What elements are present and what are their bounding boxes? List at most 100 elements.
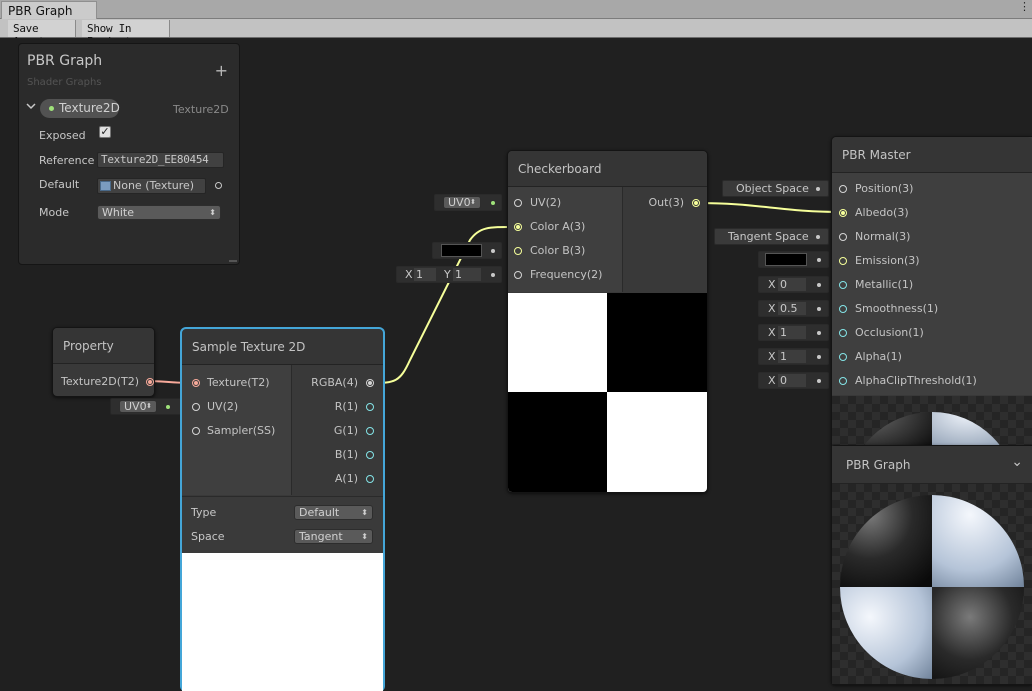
default-texture-field[interactable]: None (Texture) [97,178,206,194]
inline-dot-icon [817,331,821,335]
window-menu-icon[interactable]: ⋮ [1019,0,1030,13]
a-output-port[interactable]: A(1) [335,467,374,491]
g-output-label: G(1) [333,424,358,437]
g-output-port[interactable]: G(1) [334,419,374,443]
port-dot-icon [514,223,522,231]
port-dot-icon [839,233,847,241]
rgba-output-port[interactable]: RGBA(4) [311,371,374,395]
freq-y-field[interactable]: 1 [453,268,481,281]
main-preview-viewport[interactable] [832,484,1032,684]
alpha-field[interactable]: 1 [778,350,806,363]
checkerboard-inputs: UV(2) Color A(3) Color B(3) Frequency(2) [508,187,623,292]
metallic-inline: X 0 [758,276,829,293]
exposed-checkbox[interactable]: ✓ [99,126,111,138]
property-node[interactable]: Property Texture2D(T2) [52,327,155,397]
save-asset-button[interactable]: Save Asset [8,20,76,48]
normal-port[interactable]: Normal(3) [839,225,910,249]
metallic-port[interactable]: Metallic(1) [839,273,913,297]
default-label: Default [39,178,80,191]
occlusion-label: Occlusion(1) [855,326,924,339]
expand-chevron-icon[interactable] [26,101,36,114]
freq-x-field[interactable]: 1 [414,268,436,281]
dropdown-caret-icon: ⬍ [209,208,216,217]
mode-dropdown[interactable]: White ⬍ [97,205,221,220]
property-output-port[interactable]: Texture2D(T2) [61,370,154,394]
add-property-button[interactable]: + [215,61,228,80]
sample-uv-dropdown[interactable]: UV0 ⬍ [119,400,157,413]
reference-label: Reference [39,154,95,167]
chevron-down-icon[interactable]: ⌄ [1011,443,1023,481]
alpha-inline: X 1 [758,348,829,365]
alpha-clip-port[interactable]: AlphaClipThreshold(1) [839,369,977,393]
sample-texture-settings: Type Default ⬍ Space Tangent ⬍ [182,496,383,553]
r-output-port[interactable]: R(1) [335,395,374,419]
exposed-label: Exposed [39,129,86,142]
property-pill[interactable]: Texture2D [40,99,120,118]
dropdown-caret-icon: ⬍ [146,402,152,410]
uv-input-port[interactable]: UV(2) [192,395,238,419]
metallic-field[interactable]: 0 [778,278,806,291]
texture-input-port[interactable]: Texture(T2) [192,371,270,395]
inline-dot-icon [817,355,821,359]
mode-value: White [102,206,134,219]
tab-pbr-graph[interactable]: PBR Graph [1,1,97,19]
checker-uv-dropdown[interactable]: UV0 ⬍ [443,196,481,209]
normal-space-value: Tangent Space [728,230,809,243]
inline-dot-icon [817,307,821,311]
reference-field[interactable]: Texture2D_EE80454 [97,152,224,168]
port-dot-icon [366,379,374,387]
occlusion-field[interactable]: 1 [778,326,806,339]
color-a-label: Color A(3) [530,220,586,233]
checker-uv-label: UV(2) [530,196,562,209]
sample-texture-2d-node[interactable]: Sample Texture 2D Texture(T2) UV(2) Samp… [181,328,384,691]
smoothness-field[interactable]: 0.5 [778,302,806,315]
position-label: Position(3) [855,182,914,195]
show-in-project-button[interactable]: Show In Project [82,20,170,48]
port-dot-icon [839,305,847,313]
port-dot-icon [514,199,522,207]
x-label: X [768,374,776,387]
port-dot-icon [839,257,847,265]
position-port[interactable]: Position(3) [839,177,913,201]
frequency-inline-field: X 1 Y 1 [396,266,502,283]
color-b-swatch[interactable] [441,244,482,257]
type-dropdown[interactable]: Default ⬍ [294,505,373,520]
inline-dot-icon [817,258,821,262]
checker-uv-port[interactable]: UV(2) [514,191,561,215]
property-name: Texture2D [59,101,120,115]
object-picker-icon[interactable] [215,182,222,189]
sampler-input-label: Sampler(SS) [207,424,276,437]
space-dropdown[interactable]: Tangent ⬍ [294,529,373,544]
main-preview-header[interactable]: PBR Graph ⌄ [832,446,1032,484]
alpha-port[interactable]: Alpha(1) [839,345,902,369]
color-a-port[interactable]: Color A(3) [514,215,585,239]
alpha-clip-field[interactable]: 0 [778,374,806,387]
port-dot-icon [192,379,200,387]
rgba-output-label: RGBA(4) [311,376,358,389]
albedo-port[interactable]: Albedo(3) [839,201,909,225]
emission-label: Emission(3) [855,254,920,267]
frequency-port[interactable]: Frequency(2) [514,263,602,287]
b-output-port[interactable]: B(1) [335,443,374,467]
emission-port[interactable]: Emission(3) [839,249,920,273]
inline-dot-icon [816,187,820,191]
checkerboard-node[interactable]: Checkerboard UV(2) Color A(3) Color B(3)… [507,150,708,493]
normal-label: Normal(3) [855,230,911,243]
pbr-master-title: PBR Master [832,137,1032,173]
checker-out-port[interactable]: Out(3) [624,191,700,215]
occlusion-port[interactable]: Occlusion(1) [839,321,924,345]
sample-texture-preview [182,553,383,691]
emission-swatch[interactable] [765,253,807,266]
freq-y-label: Y [444,268,451,281]
sampler-input-port[interactable]: Sampler(SS) [192,419,275,443]
pbr-master-inputs: Position(3) Albedo(3) Normal(3) Emission… [832,173,1032,395]
color-b-port[interactable]: Color B(3) [514,239,585,263]
pbr-master-node[interactable]: PBR Master Position(3) Albedo(3) Normal(… [831,136,1032,446]
smoothness-port[interactable]: Smoothness(1) [839,297,938,321]
texture-input-label: Texture(T2) [207,376,270,389]
resize-handle[interactable] [229,260,237,262]
dropdown-caret-icon: ⬍ [470,198,476,206]
a-output-label: A(1) [334,472,358,485]
checker-uv-inline-field: UV0 ⬍ [434,194,502,211]
alpha-label: Alpha(1) [855,350,902,363]
